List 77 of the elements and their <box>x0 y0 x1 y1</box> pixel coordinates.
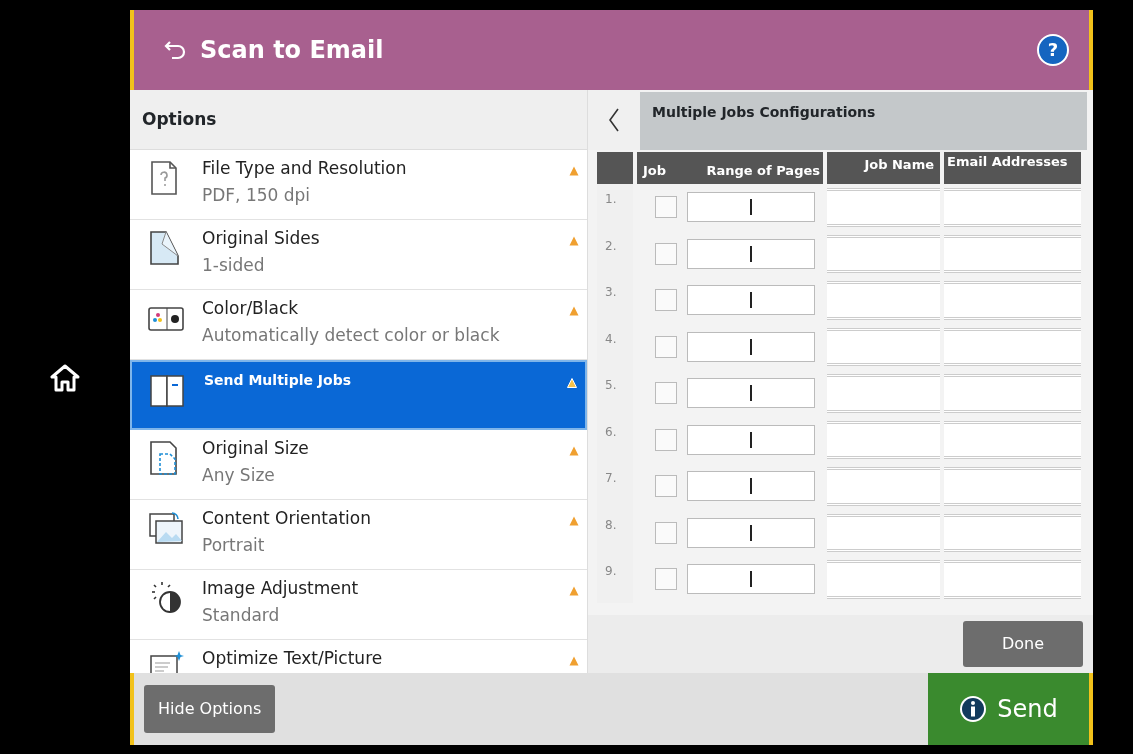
header-corner <box>597 152 633 184</box>
checkbox[interactable] <box>655 382 677 405</box>
back-icon[interactable] <box>164 40 186 60</box>
option-value: Automatically detect color or black <box>202 324 500 347</box>
email-field[interactable] <box>944 327 1081 366</box>
option-title: Original Sides <box>202 227 320 250</box>
job-name-field[interactable] <box>827 327 940 366</box>
home-icon[interactable] <box>50 363 80 392</box>
job-name-field[interactable] <box>827 234 940 273</box>
option-value: Portrait <box>202 534 265 557</box>
checkbox[interactable] <box>655 196 677 219</box>
email-field[interactable] <box>944 467 1081 506</box>
checkbox[interactable] <box>655 475 677 498</box>
warning-icon <box>569 515 579 526</box>
warning-icon <box>569 655 579 666</box>
send-button[interactable]: Send <box>928 673 1093 745</box>
option-item[interactable]: Send Multiple Jobs <box>130 360 587 430</box>
email-field[interactable] <box>944 420 1081 459</box>
done-button[interactable]: Done <box>963 621 1083 667</box>
range-field[interactable] <box>687 471 815 502</box>
email-field[interactable] <box>944 281 1081 320</box>
range-field[interactable] <box>687 424 815 455</box>
column-header: Job <box>643 161 667 180</box>
options-heading: Options <box>130 90 587 150</box>
range-field[interactable] <box>687 238 815 269</box>
option-title: Optimize Text/Picture <box>202 647 383 670</box>
warning-icon <box>569 445 579 456</box>
range-field[interactable] <box>687 517 815 548</box>
option-value: PDF, 150 dpi <box>202 184 311 207</box>
warning-icon <box>569 165 579 176</box>
book-icon <box>150 372 186 408</box>
option-title: Content Orientation <box>202 507 371 530</box>
warning-icon <box>569 235 579 246</box>
checkbox[interactable] <box>655 242 677 265</box>
option-title: Original Size <box>202 437 309 460</box>
warning-icon <box>569 585 579 596</box>
email-field[interactable] <box>944 188 1081 227</box>
checkbox[interactable] <box>655 335 677 358</box>
option-title: Image Adjustment <box>202 577 359 600</box>
warning-icon <box>569 305 579 316</box>
warning-icon <box>567 377 577 388</box>
option-title: Color/Black <box>202 297 299 320</box>
checkbox[interactable] <box>655 521 677 544</box>
job-name-field[interactable] <box>827 420 940 459</box>
email-field[interactable] <box>944 374 1081 413</box>
checkbox[interactable] <box>655 289 677 312</box>
option-title: File Type and Resolution <box>202 157 407 180</box>
option-value: 1-sided <box>202 254 265 277</box>
column-header: Job Name <box>827 152 940 184</box>
range-field[interactable] <box>687 192 815 223</box>
range-field[interactable] <box>687 285 815 316</box>
panel-title: Multiple Jobs Configurations <box>640 92 1087 150</box>
job-name-field[interactable] <box>827 281 940 320</box>
job-name-field[interactable] <box>827 467 940 506</box>
column-header: Email Addresses <box>944 152 1081 184</box>
range-field[interactable] <box>687 378 815 409</box>
email-field[interactable] <box>944 513 1081 552</box>
email-field[interactable] <box>944 560 1081 599</box>
range-field[interactable] <box>687 331 815 362</box>
job-name-field[interactable] <box>827 374 940 413</box>
job-name-field[interactable] <box>827 513 940 552</box>
option-value: Any Size <box>202 464 275 487</box>
job-name-field[interactable] <box>827 188 940 227</box>
column-header: Range of Pages <box>706 161 820 180</box>
checkbox[interactable] <box>655 568 677 591</box>
option-title: Send Multiple Jobs <box>204 371 351 390</box>
email-field[interactable] <box>944 234 1081 273</box>
chevron-left-icon <box>607 107 621 133</box>
job-name-field[interactable] <box>827 560 940 599</box>
help-button[interactable]: ? <box>1037 34 1069 66</box>
checkbox[interactable] <box>655 428 677 451</box>
range-field[interactable] <box>687 564 815 595</box>
screen-title: Scan to Email <box>200 35 385 66</box>
image-rotate-icon <box>148 510 184 546</box>
hide-options-button[interactable]: Hide Options <box>144 685 276 733</box>
info-icon <box>959 695 988 723</box>
option-value: Standard <box>202 604 280 627</box>
